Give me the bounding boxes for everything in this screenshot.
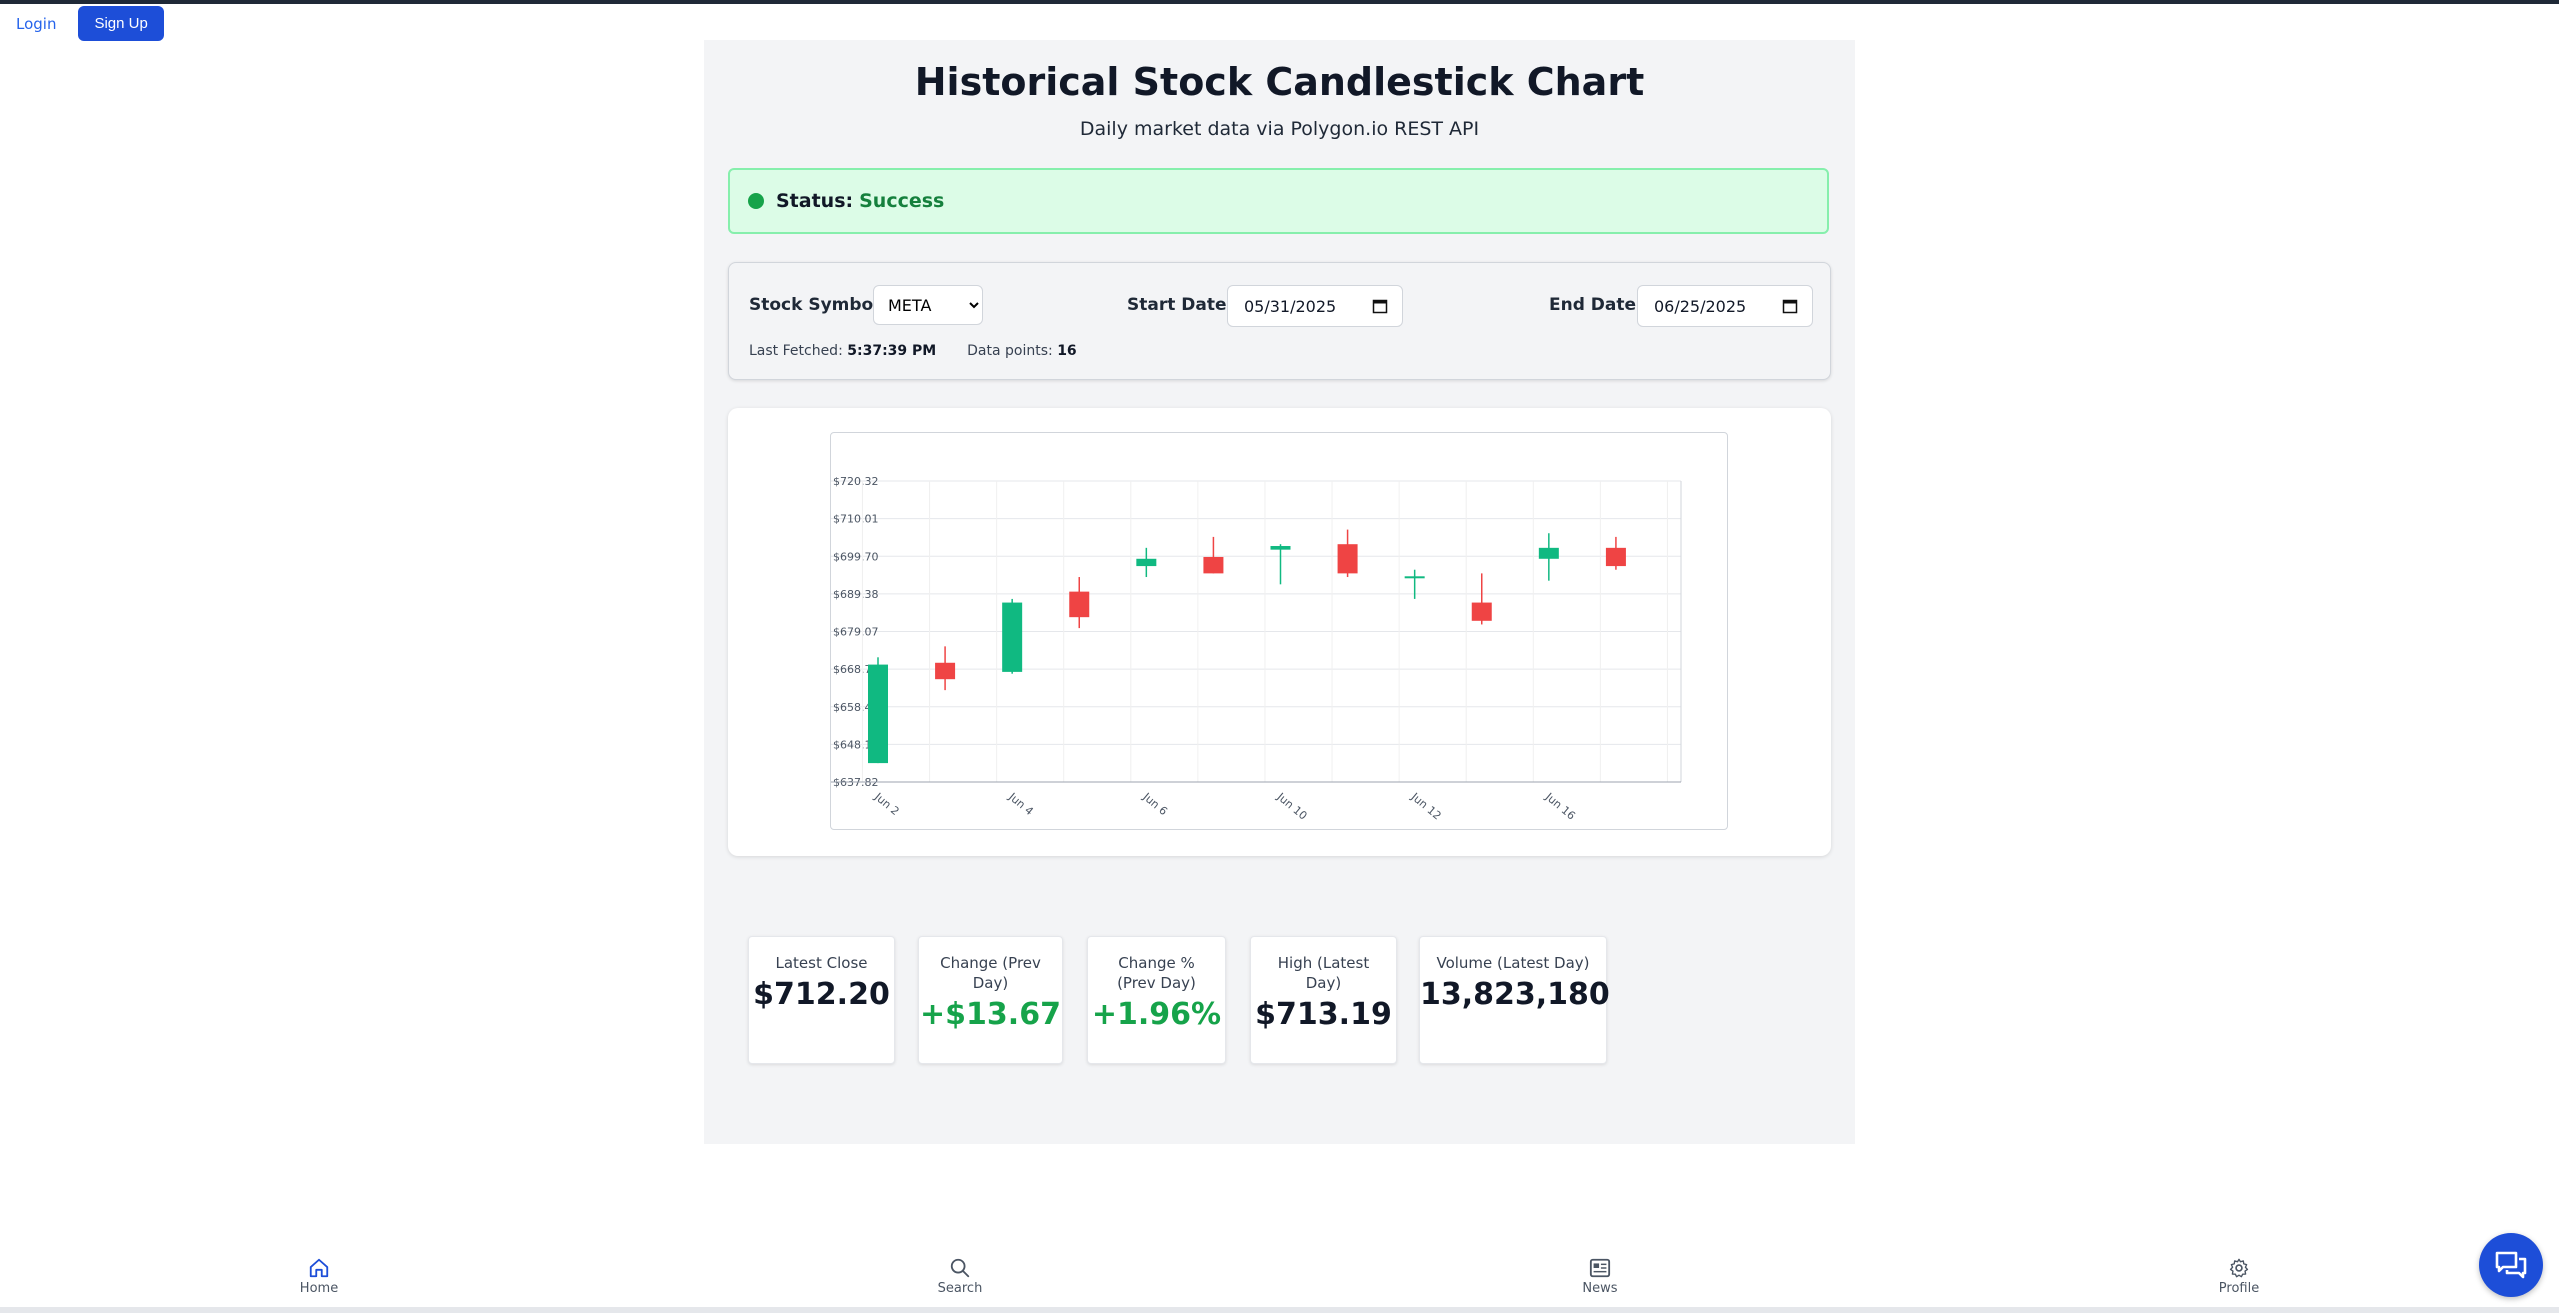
- start-date-label: Start Date:: [1127, 295, 1234, 315]
- y-tick-label: $710.01: [833, 513, 879, 526]
- chat-button[interactable]: [2479, 1233, 2543, 1297]
- data-points-value: 16: [1057, 343, 1077, 359]
- candle-body: [1538, 547, 1559, 559]
- chat-icon: [2495, 1251, 2527, 1279]
- candle-body: [1605, 547, 1626, 567]
- x-tick-label: Jun 16: [1542, 790, 1578, 823]
- stat-value: +$13.67: [920, 997, 1061, 1032]
- candlestick-chart: $720.32$710.01$699.70$689.38$679.07$668.…: [831, 475, 1682, 823]
- home-icon: [309, 1258, 329, 1278]
- status-label: Status:: [776, 190, 854, 212]
- candle-body: [1337, 544, 1358, 574]
- nav-label-profile: Profile: [2218, 1281, 2260, 1296]
- symbol-label: Stock Symbol:: [749, 295, 886, 315]
- end-date-label: End Date:: [1549, 295, 1643, 315]
- y-tick-label: $679.07: [833, 626, 879, 639]
- controls-panel: Stock Symbol: META Start Date: 05/31/202…: [728, 262, 1831, 380]
- stat-value: $712.20: [753, 977, 890, 1012]
- end-date-value: 06/25/2025: [1654, 296, 1747, 316]
- candle-body: [1270, 546, 1291, 550]
- x-tick-label: Jun 6: [1140, 790, 1170, 818]
- x-tick-label: Jun 10: [1274, 790, 1310, 823]
- gear-icon: [2229, 1258, 2249, 1278]
- auth-bar: Login Sign Up: [12, 6, 164, 41]
- fetch-meta: Last Fetched: 5:37:39 PM Data points: 16: [749, 343, 1077, 359]
- nav-item-profile[interactable]: Profile: [2199, 1247, 2279, 1307]
- candle-body: [935, 662, 956, 680]
- stat-label: Change % (Prev Day): [1117, 954, 1196, 992]
- page-subtitle: Daily market data via Polygon.io REST AP…: [1079, 118, 1480, 140]
- nav-item-home[interactable]: Home: [279, 1247, 359, 1307]
- x-tick-label: Jun 12: [1408, 790, 1444, 823]
- search-icon: [950, 1258, 970, 1278]
- candle-body: [868, 664, 888, 764]
- stat-card: High (Latest Day) $713.19: [1250, 936, 1397, 1064]
- start-date-input[interactable]: 05/31/2025: [1227, 285, 1403, 327]
- login-link[interactable]: Login: [12, 9, 60, 39]
- candle-body: [1471, 602, 1492, 621]
- nav-label-news: News: [1582, 1281, 1618, 1296]
- stat-card: Change % (Prev Day) +1.96%: [1087, 936, 1226, 1064]
- signup-button[interactable]: Sign Up: [78, 6, 164, 41]
- top-border: [0, 0, 2559, 4]
- start-date-value: 05/31/2025: [1244, 296, 1337, 316]
- stat-value: $713.19: [1255, 997, 1392, 1032]
- stat-value: +1.96%: [1091, 997, 1222, 1032]
- nav-bottom-line: [0, 1307, 2559, 1313]
- last-fetched-value: 5:37:39 PM: [847, 343, 937, 359]
- y-tick-label: $699.70: [833, 550, 879, 563]
- x-tick-label: Jun 4: [1005, 790, 1035, 818]
- stat-label: Latest Close: [775, 954, 868, 972]
- bottom-nav: Home Search News Profile: [0, 1247, 2559, 1313]
- calendar-icon[interactable]: [1372, 298, 1388, 314]
- data-points-label: Data points:: [967, 343, 1053, 359]
- calendar-icon[interactable]: [1782, 298, 1798, 314]
- end-date-input[interactable]: 06/25/2025: [1637, 285, 1813, 327]
- candle-body: [1203, 556, 1224, 574]
- main-panel: Historical Stock Candlestick Chart Daily…: [704, 40, 1855, 1144]
- status-banner: Status: Success: [728, 168, 1829, 234]
- stat-card: Change (Prev Day) +$13.67: [918, 936, 1063, 1064]
- nav-item-news[interactable]: News: [1560, 1247, 1640, 1307]
- candle-body: [1069, 591, 1090, 618]
- stat-label: Change (Prev Day): [940, 954, 1041, 992]
- stat-value: 13,823,180: [1420, 977, 1610, 1012]
- stat-card: Volume (Latest Day) 13,823,180: [1419, 936, 1610, 1064]
- nav-item-search[interactable]: Search: [920, 1247, 1000, 1307]
- y-tick-label: $720.32: [833, 475, 879, 488]
- last-fetched-label: Last Fetched:: [749, 343, 843, 359]
- chart-card: $720.32 $710.01 $699.70 $689.38 $679.07 $668.…: [728, 408, 1831, 856]
- x-tick-label: Jun 2: [871, 790, 901, 818]
- nav-label-search: Search: [937, 1281, 983, 1296]
- stat-card: Latest Close $712.20: [748, 936, 895, 1064]
- chart-frame: $720.32 $710.01 $699.70 $689.38 $679.07 $668.…: [830, 432, 1728, 830]
- y-tick-label: $689.38: [833, 588, 879, 601]
- candle-body: [1136, 558, 1157, 567]
- stat-label: Volume (Latest Day): [1436, 954, 1590, 972]
- candle-body: [1002, 602, 1023, 672]
- news-icon: [1589, 1258, 1611, 1278]
- candle-body: [1404, 576, 1425, 579]
- nav-label-home: Home: [299, 1281, 339, 1296]
- page-title: Historical Stock Candlestick Chart: [914, 60, 1645, 104]
- status-dot-icon: [748, 193, 764, 209]
- status-value: Success: [859, 190, 945, 212]
- symbol-select[interactable]: META: [873, 285, 983, 325]
- stat-label: High (Latest Day): [1277, 954, 1370, 992]
